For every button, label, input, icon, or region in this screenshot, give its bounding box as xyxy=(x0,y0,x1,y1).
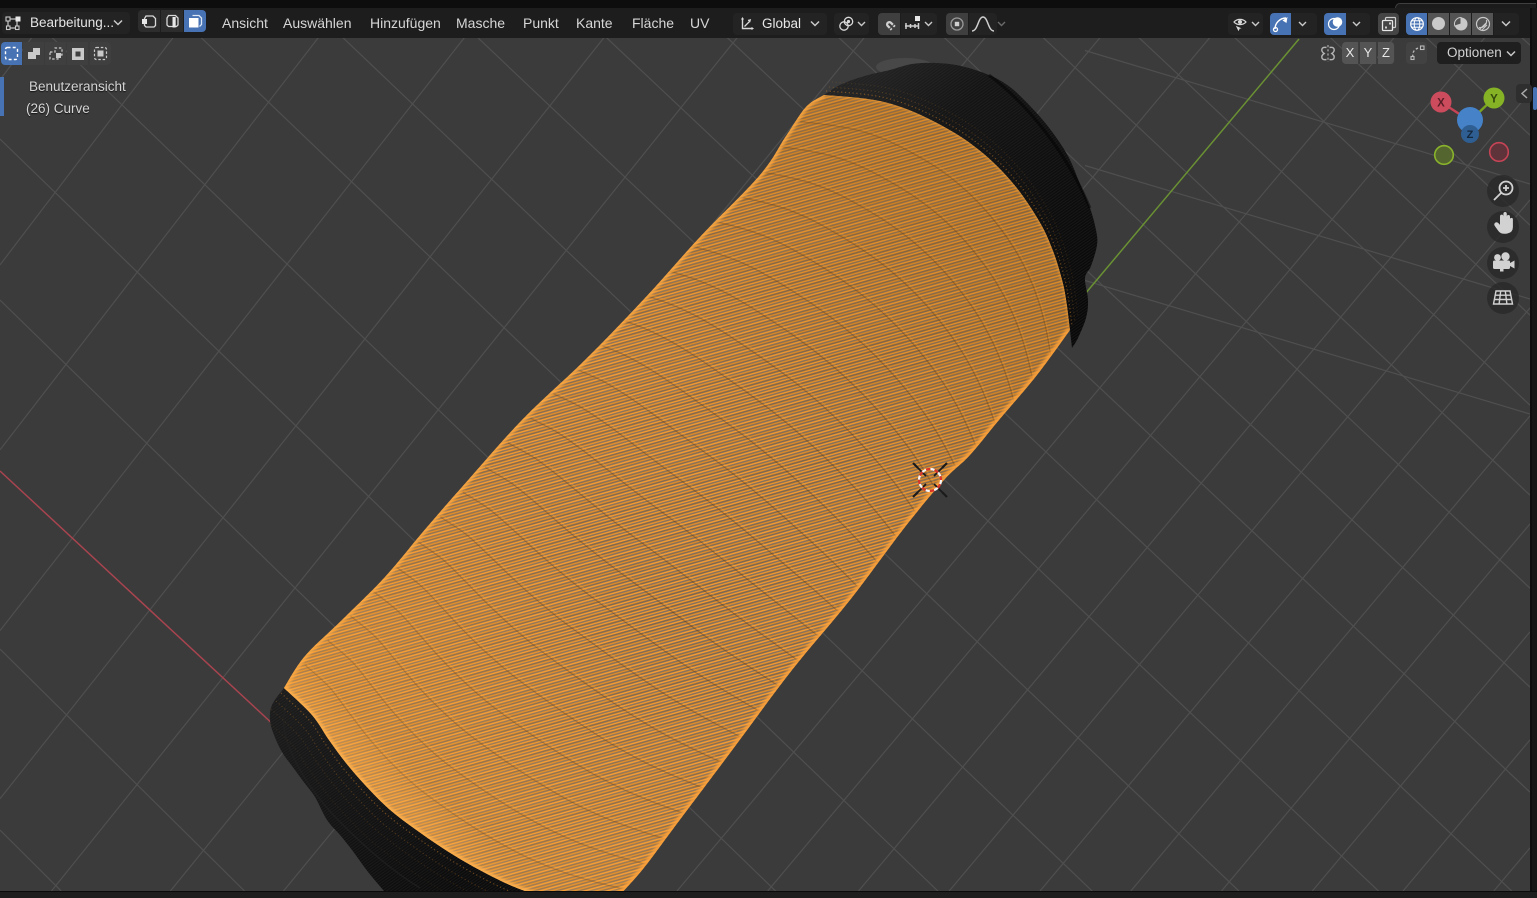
svg-text:Y: Y xyxy=(1490,94,1498,106)
svg-text:Z: Z xyxy=(1467,129,1474,141)
svg-text:X: X xyxy=(1437,98,1445,110)
